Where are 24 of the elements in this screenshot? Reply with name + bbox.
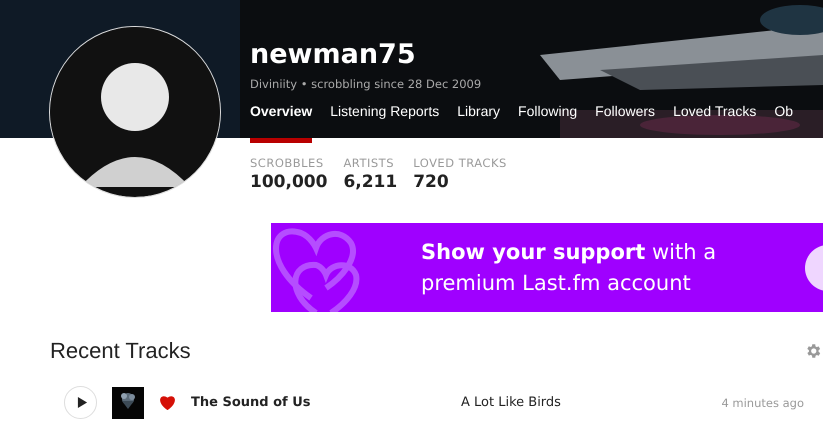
timestamp: 4 minutes ago — [721, 396, 804, 410]
section-title: Recent Tracks — [50, 338, 191, 364]
play-icon — [76, 396, 88, 409]
nav-tab[interactable]: Ob — [774, 103, 794, 138]
nav-tab[interactable]: Followers — [595, 103, 656, 138]
nav-tab[interactable]: Loved Tracks — [673, 103, 756, 138]
stat-label: ARTISTS — [343, 156, 395, 170]
username: newman75 — [250, 38, 417, 72]
profile-subtitle: Diviniity • scrobbling since 28 Dec 2009 — [250, 77, 482, 91]
stat-value[interactable]: 100,000 — [250, 172, 328, 192]
nav-tab[interactable]: Overview — [250, 103, 312, 143]
nav-tab[interactable]: Following — [518, 103, 578, 138]
play-button[interactable] — [64, 386, 97, 419]
artist-name[interactable]: A Lot Like Birds — [461, 395, 691, 410]
banner-text: Show your support with a premium Last.fm account — [421, 238, 718, 296]
stat-label: LOVED TRACKS — [413, 156, 507, 170]
stat-label: SCROBBLES — [250, 156, 325, 170]
nav-tab[interactable]: Library — [457, 103, 500, 138]
stat-value[interactable]: 6,211 — [343, 172, 398, 192]
stat-value[interactable]: 720 — [413, 172, 507, 192]
premium-banner[interactable]: Show your support with a premium Last.fm account — [271, 223, 823, 312]
track-name[interactable]: The Sound of Us — [191, 395, 461, 410]
heart-icon[interactable] — [159, 395, 176, 410]
nav-tab[interactable]: Listening Reports — [330, 103, 440, 138]
